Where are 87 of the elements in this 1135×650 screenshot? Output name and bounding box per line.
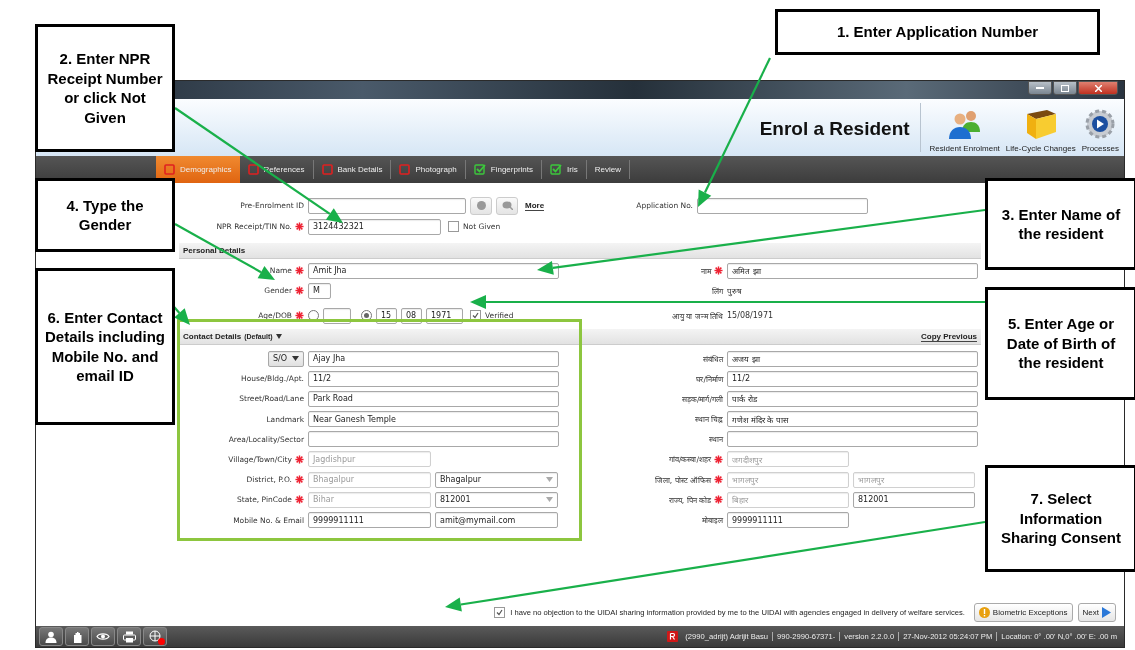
tab[interactable]: Review <box>586 160 630 179</box>
toolbar-button[interactable] <box>143 627 167 646</box>
text-field[interactable] <box>697 197 868 214</box>
text-field[interactable]: Ajay Jha <box>308 350 559 367</box>
close-button[interactable] <box>1078 81 1118 95</box>
incomplete-icon <box>247 164 259 175</box>
callout-box: 1. Enter Application Number <box>775 9 1100 55</box>
maximize-button[interactable] <box>1053 81 1077 95</box>
text-field[interactable]: Near Ganesh Temple <box>308 411 559 428</box>
more-link[interactable]: More <box>525 200 545 211</box>
toolbar-button[interactable] <box>91 627 115 646</box>
gear-icon <box>1084 108 1117 140</box>
search-icon <box>501 201 513 210</box>
radio-button[interactable] <box>361 310 372 321</box>
maximize-icon <box>1061 84 1069 92</box>
consent-checkbox[interactable] <box>494 607 506 618</box>
header-action-button[interactable]: Life-Cycle Changes <box>1002 99 1079 156</box>
play-icon <box>1102 607 1111 618</box>
toolbar-button[interactable] <box>117 627 141 646</box>
text-field[interactable]: Amit Jha <box>308 262 559 279</box>
text-field[interactable] <box>308 431 559 448</box>
lookup-button[interactable] <box>470 196 492 215</box>
section-title: Contact Details <box>183 332 242 341</box>
dropdown-field[interactable]: Bhagalpur <box>435 471 558 488</box>
callout-box: 7. Select Information Sharing Consent <box>985 465 1135 572</box>
page-title: Enrol a Resident <box>759 117 910 140</box>
text-field[interactable]: 812001 <box>853 491 975 508</box>
callout-box: 5. Enter Age or Date of Birth of the resident <box>985 287 1135 400</box>
user-badge-icon <box>667 631 679 642</box>
check-icon <box>550 164 563 175</box>
field-value: पुरुष <box>727 286 742 296</box>
checkbox[interactable] <box>470 310 481 321</box>
caret-icon <box>292 356 299 361</box>
toolbar-button[interactable] <box>65 627 89 646</box>
incomplete-icon <box>164 164 175 175</box>
tab[interactable]: References <box>239 160 314 179</box>
incomplete-icon <box>321 164 333 175</box>
toolbar-button[interactable] <box>39 627 63 646</box>
callout-box: 4. Type the Gender <box>35 178 175 252</box>
incomplete-icon <box>399 164 411 175</box>
check-icon <box>473 164 486 175</box>
text-field[interactable]: Park Road <box>308 390 559 407</box>
text-field[interactable]: 11/2 <box>727 370 978 387</box>
tab[interactable]: Iris <box>542 160 587 179</box>
tab[interactable]: Photograph <box>391 160 466 179</box>
search-button[interactable] <box>496 196 518 215</box>
callout-box: 2. Enter NPR Receipt Number or click Not Given <box>35 24 175 152</box>
text-field[interactable]: 9999911111 <box>308 512 431 528</box>
printer-icon <box>122 630 136 643</box>
eye-icon <box>96 632 110 641</box>
field-value: 15/08/1971 <box>727 311 774 320</box>
next-button[interactable]: Next <box>1077 603 1116 622</box>
text-field[interactable]: गणेश मंदिर के पास <box>727 411 978 428</box>
text-field[interactable]: अमित झा <box>727 262 978 279</box>
callout-box: 6. Enter Contact Details including Mobile No. and email ID <box>35 268 175 425</box>
caret-icon <box>275 334 282 339</box>
header-action-button[interactable]: Processes <box>1078 99 1122 156</box>
minimize-button[interactable] <box>1028 81 1052 95</box>
text-field[interactable]: 11/2 <box>308 370 559 387</box>
people-icon <box>947 108 982 140</box>
text-field[interactable] <box>308 197 466 214</box>
exceptions-button[interactable]: Biometric Exceptions <box>973 603 1073 622</box>
text-field[interactable]: amit@mymail.com <box>435 512 558 528</box>
close-icon <box>1094 84 1102 92</box>
minimize-icon <box>1036 86 1044 90</box>
checkbox[interactable] <box>448 221 459 232</box>
hand-icon <box>71 630 83 643</box>
text-field[interactable]: M <box>308 282 331 299</box>
caret-icon <box>546 497 553 503</box>
copy-previous-link[interactable]: Copy Previous <box>921 331 977 342</box>
tab[interactable]: Fingerprints <box>465 160 543 179</box>
warning-icon <box>978 607 990 618</box>
radio-button[interactable] <box>308 310 319 321</box>
dropdown-field[interactable]: 812001 <box>435 491 558 508</box>
text-field[interactable]: अजय झा <box>727 350 978 367</box>
text-field[interactable]: 3124432321 <box>308 218 441 235</box>
circle-icon <box>476 201 486 210</box>
tab[interactable]: Bank Details <box>313 160 392 179</box>
callout-box: 3. Enter Name of the resident <box>985 178 1135 270</box>
network-icon <box>148 630 162 643</box>
text-field[interactable]: 9999911111 <box>727 512 849 528</box>
text-field[interactable]: पार्क रोड <box>727 390 978 407</box>
relation-dropdown[interactable]: S/O <box>268 350 304 367</box>
text-field[interactable] <box>727 431 978 448</box>
caret-icon <box>546 477 553 483</box>
header-action-button[interactable]: Resident Enrolment <box>926 99 1003 156</box>
person-icon <box>45 630 57 643</box>
